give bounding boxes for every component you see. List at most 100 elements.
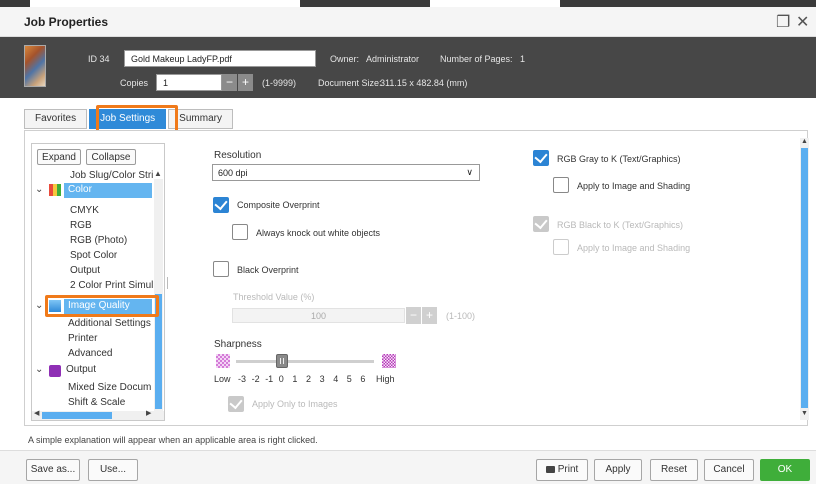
rgb-gray-to-k-checkbox[interactable] xyxy=(533,149,549,166)
status-explanation: A simple explanation will appear when an… xyxy=(28,435,318,445)
tree-item-2color-print-sim[interactable]: 2 Color Print Simul xyxy=(70,280,153,291)
document-size-label: Document Size: xyxy=(318,78,382,88)
tree-item-rgb[interactable]: RGB xyxy=(70,220,92,231)
cancel-button[interactable]: Cancel xyxy=(704,459,754,481)
resolution-label: Resolution xyxy=(214,150,262,161)
chevron-down-icon[interactable]: ⌄ xyxy=(35,364,43,375)
close-icon[interactable]: ✕ xyxy=(796,12,809,32)
black-apply-image-shading-checkbox[interactable] xyxy=(553,239,569,255)
sharpness-high-label: High xyxy=(376,374,395,384)
black-apply-image-shading-label: Apply to Image and Shading xyxy=(577,243,691,253)
apply-only-images-checkbox[interactable] xyxy=(228,395,244,412)
splitter-handle[interactable] xyxy=(167,277,168,289)
tree-horizontal-scrollbar[interactable]: ◀ ▶ xyxy=(32,409,164,420)
tree-item-rgb-photo[interactable]: RGB (Photo) xyxy=(70,235,127,246)
job-settings-highlight xyxy=(96,105,178,133)
sharpness-tick-label: 3 xyxy=(319,374,325,384)
reset-button[interactable]: Reset xyxy=(650,459,698,481)
threshold-input[interactable]: 100 xyxy=(232,308,405,323)
sharpness-slider-thumb[interactable] xyxy=(275,354,288,368)
sharpness-low-label: Low xyxy=(214,374,231,384)
check-icon xyxy=(534,215,548,230)
threshold-range: (1-100) xyxy=(446,311,476,321)
composite-overprint-checkbox[interactable] xyxy=(213,196,229,213)
scroll-right-icon[interactable]: ▶ xyxy=(146,409,151,417)
copies-increment-button[interactable]: + xyxy=(238,74,253,91)
pages-label: Number of Pages: xyxy=(440,54,513,64)
check-icon xyxy=(229,395,243,410)
strip-dark-right xyxy=(560,0,816,7)
file-name-field[interactable]: Gold Makeup LadyFP.pdf xyxy=(124,50,316,67)
chevron-down-icon[interactable]: ⌄ xyxy=(35,184,43,195)
use-button[interactable]: Use... xyxy=(88,459,138,481)
collapse-button[interactable]: Collapse xyxy=(86,149,136,165)
gray-apply-image-shading-checkbox[interactable] xyxy=(553,177,569,193)
tree-scroll-up-icon[interactable]: ▲ xyxy=(154,169,162,178)
save-as-button[interactable]: Save as... xyxy=(26,459,80,481)
pages-value: 1 xyxy=(520,54,526,64)
apply-only-images-label: Apply Only to Images xyxy=(252,399,338,409)
tree-item-mixed-size[interactable]: Mixed Size Docum xyxy=(68,382,151,393)
sharpness-label: Sharpness xyxy=(214,339,262,350)
tree-item-cmyk[interactable]: CMYK xyxy=(70,205,99,216)
tree-item-job-slug[interactable]: Job Slug/Color Stri xyxy=(70,170,153,181)
expand-button[interactable]: Expand xyxy=(37,149,81,165)
ok-button[interactable]: OK xyxy=(760,459,810,481)
scroll-down-icon[interactable]: ▼ xyxy=(801,410,808,417)
knockout-white-checkbox[interactable] xyxy=(232,224,248,240)
tab-favorites[interactable]: Favorites xyxy=(24,109,88,129)
sharpness-tick-label: 0 xyxy=(278,374,284,384)
threshold-increment-button[interactable]: + xyxy=(422,307,437,324)
owner-label: Owner: xyxy=(330,54,360,64)
copies-input[interactable]: 1 xyxy=(156,74,222,91)
copies-range: (1-9999) xyxy=(262,78,297,88)
sharpness-tick-label: 5 xyxy=(346,374,352,384)
settings-vscroll-thumb[interactable] xyxy=(801,148,808,408)
tree-item-printer[interactable]: Printer xyxy=(68,333,97,344)
cropped-top-strip xyxy=(0,0,816,7)
job-thumbnail xyxy=(24,45,46,87)
color-category-icon xyxy=(49,184,61,196)
rgb-gray-to-k-label: RGB Gray to K (Text/Graphics) xyxy=(557,154,681,164)
printer-icon xyxy=(545,466,555,473)
tree-item-shift-scale[interactable]: Shift & Scale xyxy=(68,397,125,408)
composite-overprint-label: Composite Overprint xyxy=(237,200,320,210)
rgb-black-to-k-checkbox[interactable] xyxy=(533,215,549,232)
settings-vertical-scrollbar[interactable]: ▲ ▼ xyxy=(800,138,809,420)
dialog-title: Job Properties xyxy=(24,15,109,29)
print-button-label: Print xyxy=(557,464,579,475)
tree-hscroll-thumb[interactable] xyxy=(42,412,112,419)
print-button[interactable]: Print xyxy=(536,459,588,481)
sharpness-tick-label: 1 xyxy=(292,374,298,384)
image-quality-highlight xyxy=(45,295,159,317)
tree-item-color[interactable]: Color xyxy=(64,183,152,198)
threshold-decrement-button[interactable]: − xyxy=(406,307,421,324)
dialog-footer: Save as... Use... Print Apply Reset Canc… xyxy=(0,450,816,484)
resolution-value: 600 dpi xyxy=(218,168,248,178)
strip-dark-left xyxy=(0,0,30,7)
document-size-value: 311.15 x 482.84 (mm) xyxy=(380,78,468,88)
tree-item-advanced[interactable]: Advanced xyxy=(68,348,112,359)
tree-item-output-color[interactable]: Output xyxy=(70,265,100,276)
knockout-white-label: Always knock out white objects xyxy=(256,228,381,238)
black-overprint-checkbox[interactable] xyxy=(213,261,229,277)
copies-decrement-button[interactable]: − xyxy=(222,74,237,91)
sharpness-low-icon xyxy=(216,354,230,368)
tree-item-spot-color[interactable]: Spot Color xyxy=(70,250,117,261)
check-icon xyxy=(214,196,228,211)
scroll-left-icon[interactable]: ◀ xyxy=(34,409,39,417)
copies-label: Copies xyxy=(120,78,149,88)
job-id-label: ID 34 xyxy=(88,54,110,64)
tree-item-output[interactable]: Output xyxy=(66,364,96,375)
sharpness-slider-track[interactable] xyxy=(236,360,374,363)
scroll-up-icon[interactable]: ▲ xyxy=(801,138,808,145)
apply-button[interactable]: Apply xyxy=(594,459,642,481)
sharpness-tick-label: -2 xyxy=(251,374,260,384)
sharpness-tick-label: -3 xyxy=(238,374,247,384)
resolution-select[interactable]: 600 dpi ∨ xyxy=(212,164,480,181)
chevron-down-icon[interactable]: ⌄ xyxy=(35,300,43,311)
tree-item-additional-settings[interactable]: Additional Settings xyxy=(68,318,151,329)
dialog-titlebar: Job Properties ❐ ✕ xyxy=(0,7,816,37)
restore-icon[interactable]: ❐ xyxy=(776,12,790,32)
check-icon xyxy=(534,149,548,164)
